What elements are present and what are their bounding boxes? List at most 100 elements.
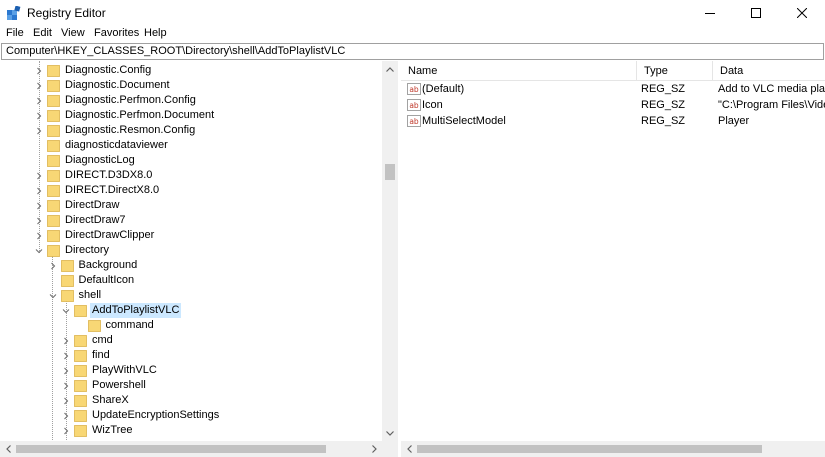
chevron-right-icon[interactable] bbox=[62, 352, 70, 360]
chevron-right-icon[interactable] bbox=[35, 127, 43, 135]
tree-item[interactable]: find bbox=[62, 348, 112, 363]
tree-item[interactable]: Diagnostic.Document bbox=[35, 78, 172, 93]
chevron-right-icon[interactable] bbox=[35, 112, 43, 120]
chevron-right-icon[interactable] bbox=[35, 67, 43, 75]
chevron-right-icon[interactable] bbox=[62, 367, 70, 375]
tree-item[interactable]: DirectDraw7 bbox=[35, 213, 128, 228]
tree-item[interactable]: WizTree bbox=[62, 423, 135, 438]
chevron-right-icon[interactable] bbox=[35, 172, 43, 180]
value-data: Player bbox=[718, 115, 750, 127]
tree-item[interactable]: Background bbox=[49, 258, 140, 273]
chevron-right-icon[interactable] bbox=[62, 412, 70, 420]
chevron-right-icon[interactable] bbox=[35, 187, 43, 195]
chevron-right-icon[interactable] bbox=[35, 232, 43, 240]
chevron-right-icon[interactable] bbox=[62, 397, 70, 405]
scroll-left-button[interactable] bbox=[401, 441, 417, 457]
column-header-type[interactable]: Type bbox=[637, 61, 713, 81]
menu-favorites[interactable]: Favorites bbox=[94, 27, 139, 39]
minimize-button[interactable] bbox=[687, 0, 733, 26]
folder-icon bbox=[47, 244, 60, 257]
folder-icon bbox=[47, 109, 60, 122]
value-data: "C:\Program Files\VideoLAN\VLC\vlc.exe",… bbox=[718, 99, 825, 111]
chevron-right-icon[interactable] bbox=[35, 202, 43, 210]
tree-item[interactable]: cmd bbox=[62, 333, 115, 348]
tree-item-label: shell bbox=[78, 289, 102, 301]
value-row[interactable]: ab(Default) REG_SZ Add to VLC media player… bbox=[401, 81, 825, 97]
tree-item-label: DirectDraw7 bbox=[65, 214, 126, 226]
tree-item[interactable]: DirectDraw bbox=[35, 198, 121, 213]
close-button[interactable] bbox=[779, 0, 825, 26]
folder-icon bbox=[47, 124, 60, 137]
chevron-down-icon[interactable] bbox=[35, 247, 43, 255]
tree-item-label: Background bbox=[78, 259, 138, 271]
scroll-thumb[interactable] bbox=[417, 445, 762, 453]
scroll-thumb[interactable] bbox=[16, 445, 326, 453]
address-path: Computer\HKEY_CLASSES_ROOT\Directory\she… bbox=[6, 45, 346, 57]
chevron-down-icon[interactable] bbox=[62, 307, 70, 315]
tree-item-label: find bbox=[92, 349, 110, 361]
column-header-data[interactable]: Data bbox=[713, 61, 825, 81]
tree-item-label: Powershell bbox=[92, 379, 146, 391]
scroll-left-button[interactable] bbox=[0, 441, 16, 457]
menu-help[interactable]: Help bbox=[144, 27, 167, 39]
tree-item[interactable]: UpdateEncryptionSettings bbox=[62, 408, 221, 423]
maximize-button[interactable] bbox=[733, 0, 779, 26]
address-bar[interactable]: Computer\HKEY_CLASSES_ROOT\Directory\she… bbox=[1, 43, 824, 60]
chevron-left-icon bbox=[406, 445, 412, 453]
chevron-right-icon bbox=[371, 445, 377, 453]
tree-item[interactable]: diagnosticdataviewer bbox=[35, 138, 170, 153]
tree-pane[interactable]: Diagnostic.Config Diagnostic.Document Diag… bbox=[0, 61, 398, 457]
chevron-right-icon[interactable] bbox=[62, 427, 70, 435]
chevron-right-icon[interactable] bbox=[49, 262, 57, 270]
tree-item[interactable]: AddToPlaylistVLC bbox=[62, 303, 182, 318]
value-row[interactable]: abIcon REG_SZ "C:\Program Files\VideoLAN\V… bbox=[401, 97, 825, 113]
folder-icon bbox=[74, 379, 87, 392]
tree-item[interactable]: Diagnostic.Config bbox=[35, 63, 153, 78]
svg-text:ab: ab bbox=[409, 117, 419, 126]
tree-item[interactable]: DIRECT.DirectX8.0 bbox=[35, 183, 161, 198]
folder-icon bbox=[47, 184, 60, 197]
tree-item-label: AddToPlaylistVLC bbox=[90, 303, 182, 318]
folder-icon bbox=[47, 229, 60, 242]
column-header-name[interactable]: Name bbox=[401, 61, 637, 81]
scroll-thumb[interactable] bbox=[385, 164, 395, 180]
scroll-right-button[interactable] bbox=[366, 441, 382, 457]
tree-item[interactable]: shell bbox=[49, 288, 104, 303]
chevron-down-icon[interactable] bbox=[49, 292, 57, 300]
folder-icon bbox=[60, 259, 74, 272]
tree-item-label: Diagnostic.Document bbox=[65, 79, 170, 91]
tree-vertical-scrollbar[interactable] bbox=[382, 61, 398, 441]
tree-item[interactable]: Diagnostic.Resmon.Config bbox=[35, 123, 197, 138]
folder-icon bbox=[74, 349, 87, 362]
folder-icon bbox=[74, 409, 87, 422]
menu-view[interactable]: View bbox=[61, 27, 85, 39]
tree-item[interactable]: DIRECT.D3DX8.0 bbox=[35, 168, 154, 183]
value-row[interactable]: ab MultiSelectModel REG_SZ Player bbox=[401, 113, 825, 129]
chevron-right-icon[interactable] bbox=[35, 82, 43, 90]
values-list[interactable]: Name Type Data ab (Default) REG_SZ Add to V… bbox=[401, 61, 825, 441]
chevron-right-icon[interactable] bbox=[35, 97, 43, 105]
tree-item[interactable]: Diagnostic.Perfmon.Config bbox=[35, 93, 198, 108]
menu-edit[interactable]: Edit bbox=[33, 27, 52, 39]
tree-item[interactable]: command bbox=[76, 318, 156, 333]
tree-item[interactable]: Powershell bbox=[62, 378, 148, 393]
chevron-right-icon[interactable] bbox=[62, 382, 70, 390]
tree-item[interactable]: DirectDrawClipper bbox=[35, 228, 156, 243]
chevron-right-icon[interactable] bbox=[35, 217, 43, 225]
tree-item[interactable]: Diagnostic.Perfmon.Document bbox=[35, 108, 216, 123]
tree-item[interactable]: DiagnosticLog bbox=[35, 153, 137, 168]
tree-item-label: DIRECT.DirectX8.0 bbox=[65, 184, 160, 196]
scroll-down-button[interactable] bbox=[382, 425, 398, 441]
tree-item[interactable]: PlayWithVLC bbox=[62, 363, 159, 378]
tree-item[interactable]: Directory bbox=[35, 243, 111, 258]
menu-file[interactable]: File bbox=[6, 27, 24, 39]
chevron-right-icon[interactable] bbox=[62, 337, 70, 345]
minimize-icon bbox=[705, 13, 715, 14]
close-icon bbox=[797, 8, 807, 18]
tree-item[interactable]: DefaultIcon bbox=[49, 273, 137, 288]
list-horizontal-scrollbar[interactable] bbox=[401, 441, 825, 457]
scroll-up-button[interactable] bbox=[382, 61, 398, 77]
folder-icon bbox=[74, 394, 87, 407]
tree-item[interactable]: ShareX bbox=[62, 393, 131, 408]
tree-horizontal-scrollbar[interactable] bbox=[0, 441, 398, 457]
